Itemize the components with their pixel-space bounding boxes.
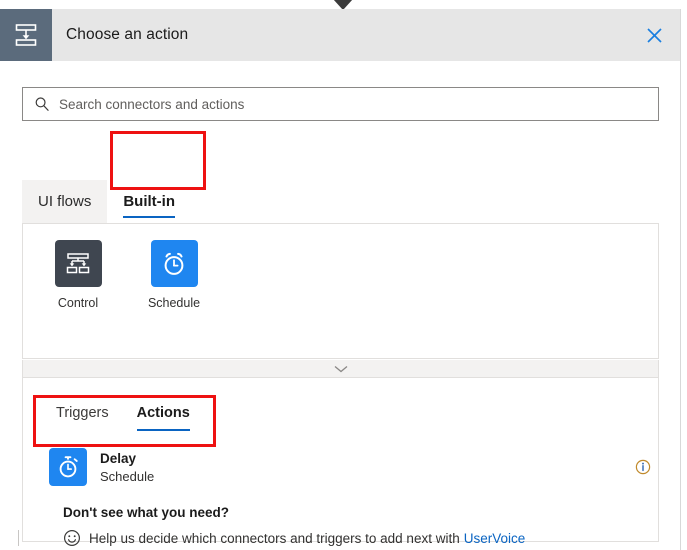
connector-category-tabs: UI flows Built-in	[22, 180, 191, 223]
triggers-actions-tabs: Triggers Actions	[42, 395, 204, 431]
connector-tile-control-label: Control	[58, 296, 98, 311]
footer-suggestion-block: Don't see what you need? Help us decide …	[63, 505, 623, 547]
tab-triggers[interactable]: Triggers	[42, 395, 123, 431]
connector-tile-schedule-label: Schedule	[148, 296, 200, 311]
list-item-delay[interactable]: Delay Schedule	[42, 442, 647, 492]
collapse-connectors-bar[interactable]	[22, 360, 659, 378]
dialog-body: UI flows Built-in	[0, 61, 680, 550]
list-item-delay-title: Delay	[100, 450, 154, 467]
choose-an-action-dialog: Choose an action UI flows	[0, 9, 681, 550]
dialog-header: Choose an action	[0, 9, 680, 61]
footer-message-line: Help us decide which connectors and trig…	[63, 529, 623, 547]
tab-built-in-label: Built-in	[123, 193, 175, 210]
search-icon	[34, 96, 50, 112]
search-input[interactable]	[59, 88, 658, 120]
search-box[interactable]	[22, 87, 659, 121]
panel-bottom-tick	[18, 530, 19, 546]
footer-heading: Don't see what you need?	[63, 505, 623, 520]
tab-built-in-underline	[123, 216, 175, 218]
tab-built-in[interactable]: Built-in	[107, 180, 191, 223]
connectors-panel: Control Schedule	[22, 223, 659, 359]
stopwatch-icon	[49, 448, 87, 486]
list-item-delay-text: Delay Schedule	[100, 450, 154, 485]
tab-actions-label: Actions	[137, 405, 190, 421]
tab-ui-flows-label: UI flows	[38, 193, 91, 210]
chevron-down-icon	[334, 360, 348, 378]
alarm-clock-icon	[151, 240, 198, 287]
info-circle-icon[interactable]	[635, 459, 651, 475]
page-title: Choose an action	[66, 26, 188, 44]
results-panel: Triggers Actions	[22, 378, 659, 542]
tab-ui-flows[interactable]: UI flows	[22, 180, 107, 223]
close-icon[interactable]	[636, 17, 672, 53]
tab-triggers-label: Triggers	[56, 405, 109, 421]
connector-tile-schedule[interactable]: Schedule	[137, 240, 211, 311]
control-branch-icon	[55, 240, 102, 287]
connector-tile-control[interactable]: Control	[41, 240, 115, 311]
control-flow-icon	[0, 9, 52, 61]
footer-message-text: Help us decide which connectors and trig…	[89, 531, 460, 546]
tab-actions-underline	[137, 429, 190, 431]
tab-actions[interactable]: Actions	[123, 395, 204, 431]
list-item-delay-subtitle: Schedule	[100, 468, 154, 485]
uservoice-link[interactable]: UserVoice	[464, 531, 526, 546]
smiley-icon	[63, 529, 81, 547]
